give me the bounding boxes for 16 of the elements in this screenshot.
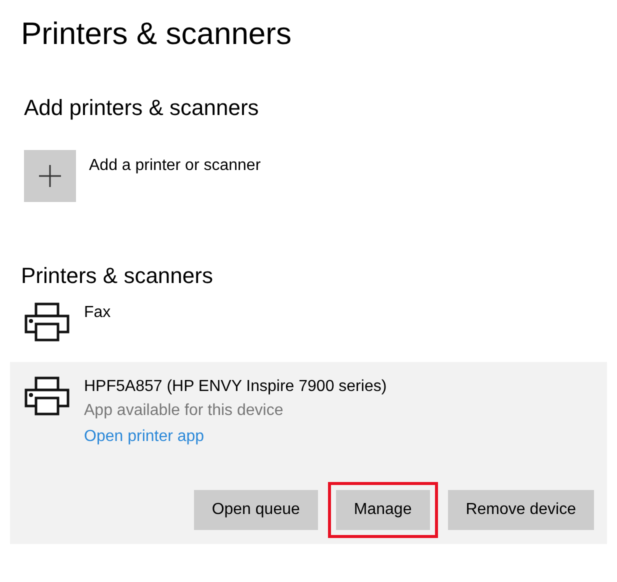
printer-icon bbox=[24, 302, 70, 342]
device-item[interactable]: Fax bbox=[10, 300, 607, 350]
page-title: Printers & scanners bbox=[21, 15, 292, 53]
printer-icon bbox=[24, 376, 70, 416]
device-item[interactable]: HPF5A857 (HP ENVY Inspire 7900 series) App available for this device Open printer app Open queue Manage Remove device bbox=[10, 362, 607, 544]
device-button[interactable]: Remove device bbox=[448, 490, 594, 530]
device-button[interactable]: Manage bbox=[336, 490, 430, 530]
device-name: HPF5A857 (HP ENVY Inspire 7900 series) bbox=[84, 377, 387, 397]
section-heading: Add printers & scanners bbox=[24, 94, 259, 122]
plus-icon bbox=[39, 165, 61, 187]
add-button[interactable] bbox=[24, 150, 76, 202]
add-printer-label[interactable]: Add a printer or scanner bbox=[89, 154, 261, 178]
device-name: Fax bbox=[84, 303, 111, 323]
section-heading: Printers & scanners bbox=[21, 262, 213, 290]
device-button[interactable]: Open queue bbox=[194, 490, 318, 530]
device-status: App available for this device bbox=[84, 401, 284, 421]
